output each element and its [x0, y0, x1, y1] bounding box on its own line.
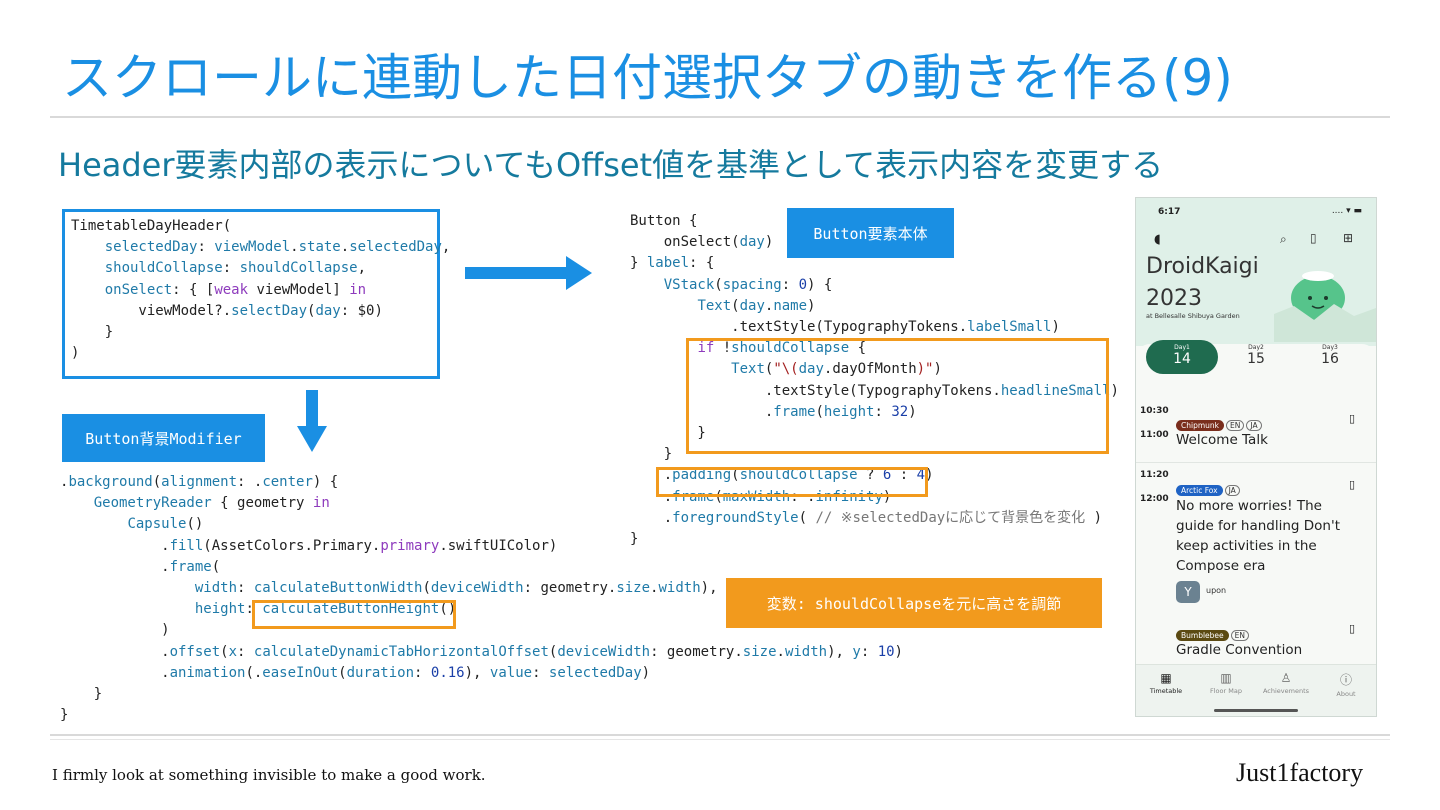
session-tags: Arctic Fox JA — [1176, 478, 1242, 497]
right-arrow-head-icon — [566, 256, 592, 290]
day-tab-num: 14 — [1173, 351, 1191, 367]
day-tab-3[interactable]: Day3 16 — [1294, 344, 1366, 367]
status-icons: .... ▾ ▬ — [1331, 206, 1362, 216]
slide-title: スクロールに連動した日付選択タブの動きを作る(9) — [62, 49, 1233, 107]
label-button-background-modifier: Button背景Modifier — [62, 414, 265, 462]
status-time: 6:17 — [1158, 207, 1181, 217]
footer-divider-thin — [50, 739, 1390, 740]
bookmark-icon[interactable]: ▯ — [1349, 478, 1355, 491]
day-tab-1[interactable]: Day1 14 — [1146, 344, 1218, 367]
day-tab-label: Day1 — [1174, 344, 1190, 351]
venue-text: at Bellesalle Shibuya Garden — [1146, 312, 1240, 320]
down-arrow-icon — [306, 390, 318, 428]
room-tag: Arctic Fox — [1176, 485, 1223, 496]
nav-floor-map[interactable]: ▥ Floor Map — [1196, 671, 1256, 695]
nav-about[interactable]: ⓘ About — [1316, 671, 1376, 698]
nav-label: Timetable — [1149, 687, 1183, 695]
info-icon: ⓘ — [1339, 673, 1352, 687]
title-divider — [50, 116, 1390, 118]
session-title[interactable]: Gradle Convention — [1176, 640, 1346, 660]
home-indicator — [1214, 709, 1298, 712]
day-tab-num: 15 — [1247, 351, 1265, 367]
grid-view-icon[interactable]: ⊞ — [1343, 231, 1353, 245]
session-end-time: 11:00 — [1140, 430, 1169, 440]
session-title[interactable]: Welcome Talk — [1176, 430, 1346, 450]
code-header-call: TimetableDayHeader( selectedDay: viewMod… — [71, 218, 451, 362]
app-title-line1: DroidKaigi — [1146, 254, 1259, 279]
bookmark-icon[interactable]: ▯ — [1349, 412, 1355, 425]
lang-tag: JA — [1224, 485, 1240, 496]
label-button-body: Button要素本体 — [787, 208, 954, 258]
down-arrow-head-icon — [297, 426, 327, 452]
app-header: 6:17 .... ▾ ▬ ◖ ⌕ ▯ ⊞ DroidKaigi 2023 at… — [1136, 198, 1376, 346]
bottom-nav: ▦ Timetable ▥ Floor Map ♙ Achievements ⓘ Abo… — [1136, 664, 1376, 716]
footer-divider — [50, 734, 1390, 736]
nav-label: About — [1336, 690, 1356, 698]
nav-timetable[interactable]: ▦ Timetable — [1136, 671, 1196, 695]
label-variable-note: 変数: shouldCollapseを元に高さを調節 — [726, 578, 1102, 628]
highlight-calculate-button-height — [252, 600, 456, 629]
session-start-time: 10:30 — [1140, 406, 1169, 416]
calendar-icon: ▦ — [1160, 671, 1172, 685]
nav-achievements[interactable]: ♙ Achievements — [1256, 671, 1316, 695]
search-icon[interactable]: ⌕ — [1280, 232, 1287, 247]
achievements-icon: ♙ — [1280, 671, 1292, 685]
footer-brand: Just1factory — [1236, 758, 1364, 787]
day-tab-2[interactable]: Day2 15 — [1220, 344, 1292, 367]
day-tab-label: Day3 — [1322, 344, 1338, 351]
speaker-name: upon — [1206, 586, 1227, 595]
avatar: Y — [1176, 581, 1200, 603]
session-title[interactable]: No more worries! The guide for handling … — [1176, 496, 1341, 576]
app-logo-icon: ◖ — [1154, 232, 1161, 247]
session-start-time: 11:20 — [1140, 470, 1169, 480]
droid-mascot-icon — [1274, 271, 1376, 342]
right-arrow-icon — [465, 267, 569, 279]
nav-label: Floor Map — [1210, 687, 1242, 695]
footer-motto: I firmly look at something invisible to … — [52, 766, 486, 784]
day-tab-num: 16 — [1321, 351, 1339, 367]
map-icon: ▥ — [1220, 671, 1232, 685]
bookmark-icon[interactable]: ▯ — [1349, 622, 1355, 635]
bookmark-list-icon[interactable]: ▯ — [1310, 231, 1317, 245]
nav-label: Achievements — [1262, 687, 1310, 695]
day-tab-label: Day2 — [1248, 344, 1264, 351]
app-title-line2: 2023 — [1146, 286, 1202, 311]
phone-screenshot: 6:17 .... ▾ ▬ ◖ ⌕ ▯ ⊞ DroidKaigi 2023 at… — [1135, 197, 1377, 717]
slide-subtitle: Header要素内部の表示についてもOffset値を基準として表示内容を変更する — [58, 146, 1164, 184]
highlight-if-should-collapse — [686, 338, 1109, 454]
session-end-time: 12:00 — [1140, 494, 1169, 504]
session-divider — [1136, 462, 1376, 463]
highlight-padding — [656, 467, 928, 497]
